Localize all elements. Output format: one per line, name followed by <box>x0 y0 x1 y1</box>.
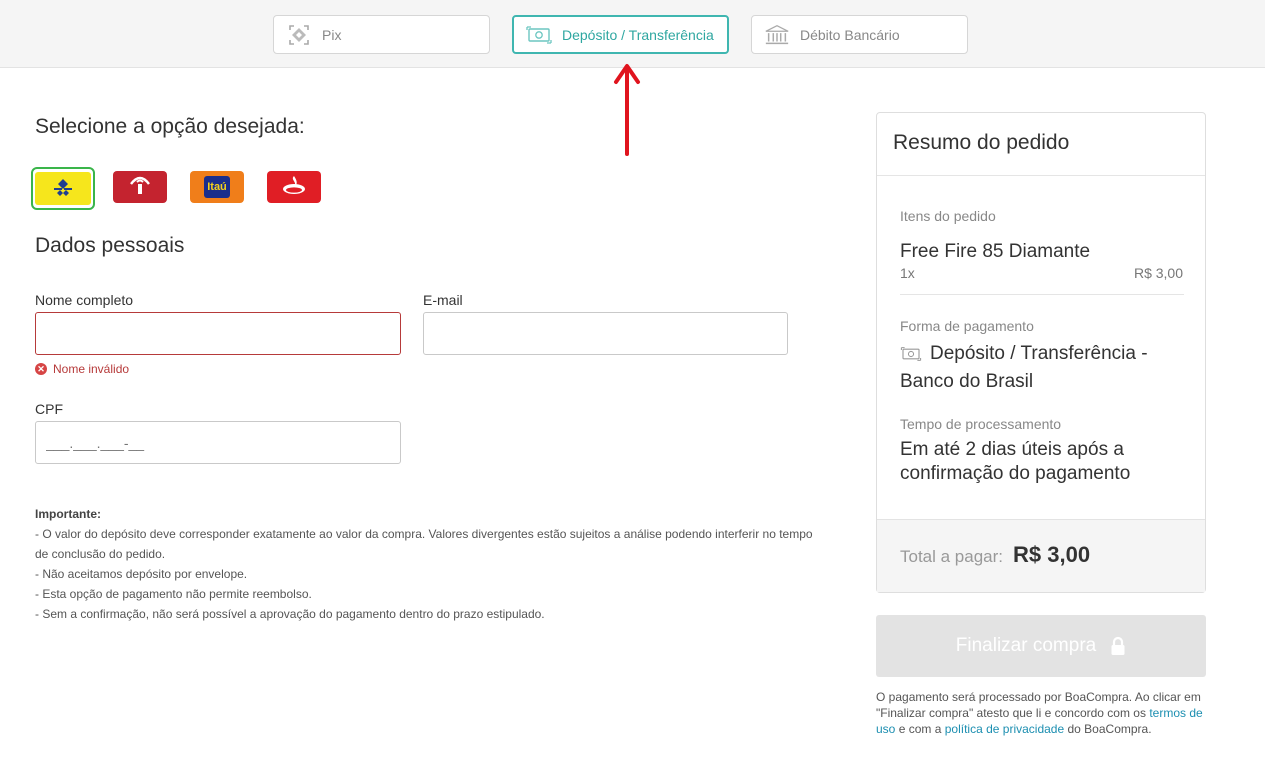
select-option-heading: Selecione a opção desejada: <box>35 115 305 138</box>
cpf-label: CPF <box>35 401 63 417</box>
full-name-error-text: Nome inválido <box>53 362 130 376</box>
important-title: Importante: <box>35 507 101 521</box>
bank-option-banco-do-brasil[interactable] <box>31 167 95 210</box>
tab-pix[interactable]: Pix <box>273 15 490 54</box>
order-item-price: R$ 3,00 <box>1133 265 1183 281</box>
total-label: Total a pagar: <box>900 547 1004 566</box>
red-arrow-annotation <box>614 64 640 156</box>
error-x-icon: ✕ <box>35 363 47 375</box>
important-line: - Esta opção de pagamento não permite re… <box>35 587 312 601</box>
full-name-label: Nome completo <box>35 292 134 308</box>
cpf-input[interactable] <box>35 421 401 464</box>
finalize-purchase-button[interactable]: Finalizar compra <box>876 615 1206 677</box>
bank-option-bradesco[interactable] <box>113 171 167 203</box>
payment-disclaimer: O pagamento será processado por BoaCompr… <box>876 689 1211 737</box>
banknote-icon <box>900 346 922 362</box>
order-item-qty: 1x <box>900 265 915 281</box>
bank-building-icon <box>764 23 790 47</box>
tab-deposito-transferencia[interactable]: Depósito / Transferência <box>512 15 729 54</box>
pix-icon <box>286 23 312 47</box>
bank-option-itau[interactable]: Itaú <box>190 171 244 203</box>
tab-pix-label: Pix <box>322 26 342 43</box>
banknote-icon <box>526 23 552 47</box>
order-item-name: Free Fire 85 Diamante <box>900 241 1091 262</box>
finalize-purchase-label: Finalizar compra <box>955 635 1097 656</box>
lock-icon <box>1110 636 1126 656</box>
personal-data-heading: Dados pessoais <box>35 234 185 257</box>
divider <box>900 294 1184 295</box>
total-value: R$ 3,00 <box>1013 542 1091 567</box>
tab-debito-bancario[interactable]: Débito Bancário <box>751 15 968 54</box>
order-summary-title: Resumo do pedido <box>893 131 1070 154</box>
santander-logo <box>280 174 308 201</box>
banco-do-brasil-logo <box>35 172 91 205</box>
email-input[interactable] <box>423 312 788 355</box>
disclaimer-text: e com a <box>898 722 942 736</box>
payment-method-label: Forma de pagamento <box>900 318 1034 334</box>
tab-deposito-label: Depósito / Transferência <box>562 26 714 43</box>
full-name-error: ✕ Nome inválido <box>35 362 129 376</box>
payment-method-line1: Depósito / Transferência - <box>930 343 1148 364</box>
payment-method-line2: Banco do Brasil <box>900 371 1034 392</box>
important-line: - Não aceitamos depósito por envelope. <box>35 567 248 581</box>
bank-option-santander[interactable] <box>267 171 321 203</box>
processing-time-line1: Em até 2 dias úteis após a <box>900 439 1124 460</box>
important-line: - O valor do depósito deve corresponder … <box>35 527 813 561</box>
important-line: - Sem a confirmação, não será possível a… <box>35 607 545 621</box>
processing-time-line2: confirmação do pagamento <box>900 463 1131 484</box>
bradesco-logo <box>127 174 153 201</box>
order-summary-panel: Resumo do pedido Itens do pedido Free Fi… <box>876 112 1206 593</box>
tab-debito-label: Débito Bancário <box>800 26 900 43</box>
divider <box>877 175 1205 176</box>
privacy-policy-link[interactable]: política de privacidade <box>945 722 1064 736</box>
email-label: E-mail <box>423 292 463 308</box>
full-name-input[interactable] <box>35 312 401 355</box>
processing-time-label: Tempo de processamento <box>900 416 1062 432</box>
order-items-label: Itens do pedido <box>900 208 996 224</box>
important-notice: Importante: - O valor do depósito deve c… <box>35 504 825 624</box>
disclaimer-text: do BoaCompra. <box>1067 722 1152 736</box>
total-box: Total a pagar: R$ 3,00 <box>877 519 1205 592</box>
itau-logo: Itaú <box>204 176 230 198</box>
payment-method-value: Depósito / Transferência - <box>900 343 1148 365</box>
